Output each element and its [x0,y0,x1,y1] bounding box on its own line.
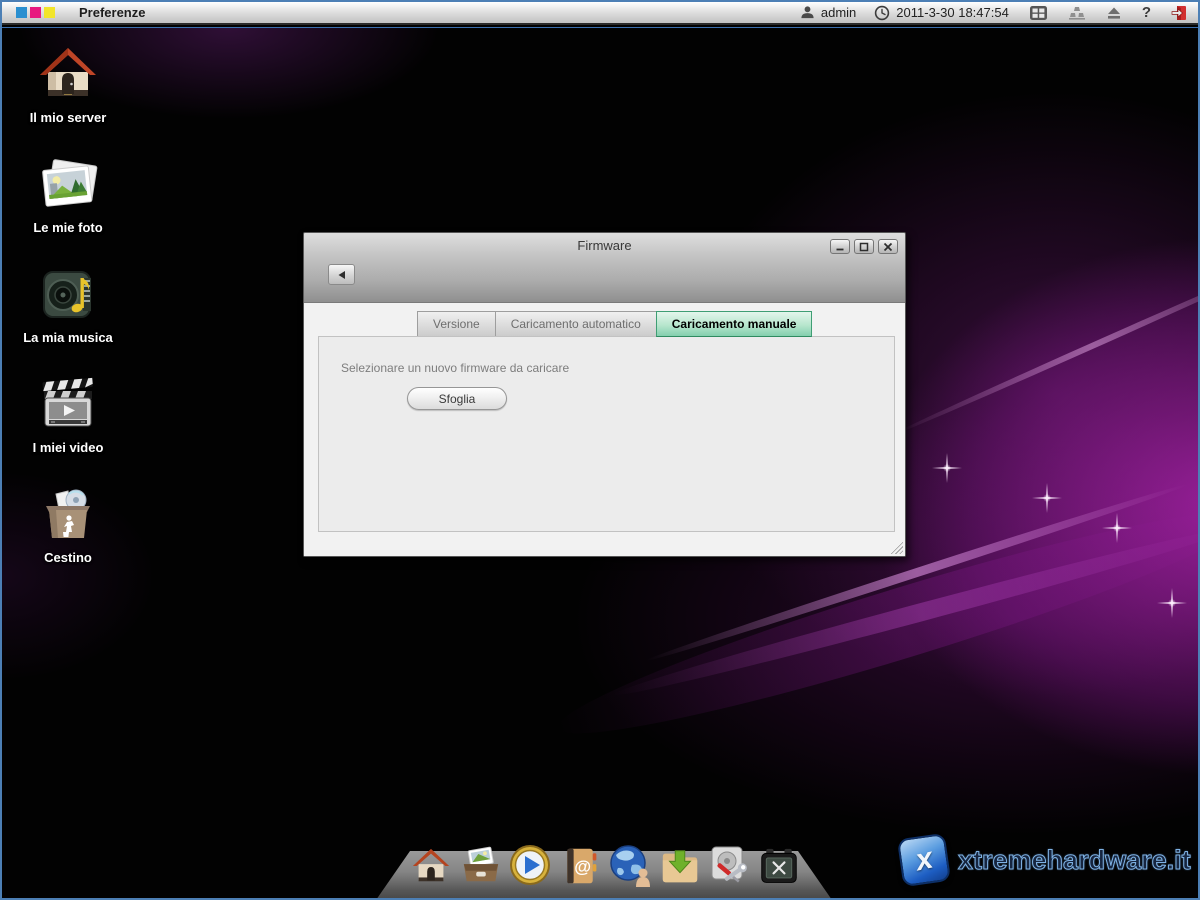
screen: Preferenze admin 2011-3-30 18:47:54 ? Il… [0,0,1200,900]
minimize-icon [836,248,844,250]
music-icon [43,271,91,318]
tab-caricamento-automatico[interactable]: Caricamento automatico [494,311,657,337]
widgets-button[interactable] [1068,6,1086,20]
browse-button[interactable]: Sfoglia [407,387,507,410]
wallpaper-streak [889,253,1198,439]
nas-logo-icon[interactable] [16,7,55,18]
svg-text:@: @ [574,856,591,876]
window-body: Versione Caricamento automatico Caricame… [304,303,905,556]
home-icon [40,48,96,96]
dock-download-folder-icon [662,850,697,883]
desktop-icon-label: Le mie foto [33,220,103,235]
dock-toolbox-button[interactable] [757,841,801,887]
dock: @ [409,841,801,887]
desktop-icon-photos[interactable]: Le mie foto [8,152,128,235]
desktop-icon-label: La mia musica [23,330,113,345]
dock-web-button[interactable] [608,841,652,887]
window-titlebar[interactable]: Firmware [304,233,905,303]
eject-icon [1107,7,1120,19]
dock-disk-utilities-icon [711,846,748,883]
logout-icon [1171,5,1186,20]
tab-versione[interactable]: Versione [417,311,496,337]
wallpaper-sparkle [1102,513,1132,543]
desktop-icon-label: Cestino [44,550,92,565]
eject-button[interactable] [1106,6,1122,20]
widgets-icon [1068,6,1085,20]
menubar: Preferenze admin 2011-3-30 18:47:54 ? [2,2,1198,25]
user-indicator[interactable]: admin [800,5,856,20]
wallpaper-sparkle [932,453,962,483]
watermark-text: xtremehardware.it [958,844,1192,875]
photos-icon [42,159,98,207]
clock-icon [875,5,890,20]
upload-instruction: Selezionare un nuovo firmware da caricar… [341,361,570,375]
user-name: admin [820,5,857,20]
window-title: Firmware [577,238,632,253]
trash-icon [46,489,90,538]
menubar-divider [2,27,1198,28]
user-icon [801,6,814,19]
minimize-button[interactable] [830,239,850,254]
dock-photos-button[interactable] [459,841,503,887]
dock-contacts-button[interactable]: @ [558,841,602,887]
logo-blue-square [16,7,27,18]
desktop-icon-videos[interactable]: I miei video [8,372,128,455]
videos-icon [42,377,93,427]
dock-media-player-icon [510,845,551,885]
dock-toolbox-icon [761,848,797,883]
dock-contacts-icon: @ [567,848,597,884]
firmware-tabbar: Versione Caricamento automatico Caricame… [417,311,813,337]
maximize-button[interactable] [854,239,874,254]
window-grid-button[interactable] [1029,5,1048,21]
dock-download-button[interactable] [658,841,702,887]
dock-utilities-button[interactable] [707,841,751,887]
datetime-text: 2011-3-30 18:47:54 [896,5,1009,20]
manual-upload-panel: Selezionare un nuovo firmware da caricar… [318,336,895,532]
close-icon [883,242,893,251]
tab-caricamento-manuale[interactable]: Caricamento manuale [655,311,813,337]
logo-yellow-square [44,7,55,18]
dock-photo-box-icon [463,846,498,882]
firmware-window: Firmware Versione Caricamento automatico… [303,232,906,557]
dock-web-globe-icon [610,845,650,887]
window-grid-icon [1029,5,1047,20]
dock-home-icon [412,848,450,882]
desktop-icon-label: I miei video [32,440,104,455]
badge-letter: x [912,841,936,878]
wallpaper-sparkle [1032,483,1062,513]
back-arrow-icon [338,270,345,279]
desktop-icon-server[interactable]: Il mio server [8,42,128,125]
desktop-icon-trash[interactable]: Cestino [8,482,128,565]
resize-grip[interactable] [889,540,903,554]
back-button[interactable] [328,264,355,285]
close-button[interactable] [878,239,898,254]
clock-indicator: 2011-3-30 18:47:54 [874,5,1009,21]
logo-magenta-square [30,7,41,18]
logout-button[interactable] [1171,5,1188,21]
help-button[interactable]: ? [1142,4,1151,21]
watermark: x xtremehardware.it [896,832,1192,888]
xtremehardware-badge-icon: x [896,832,952,888]
maximize-icon [859,242,869,251]
dock-home-button[interactable] [409,841,453,887]
menu-preferenze[interactable]: Preferenze [73,5,151,20]
desktop-icon-label: Il mio server [29,110,107,125]
wallpaper-sparkle [1157,588,1187,618]
desktop-icon-music[interactable]: La mia musica [8,262,128,345]
dock-media-player-button[interactable] [508,841,552,887]
